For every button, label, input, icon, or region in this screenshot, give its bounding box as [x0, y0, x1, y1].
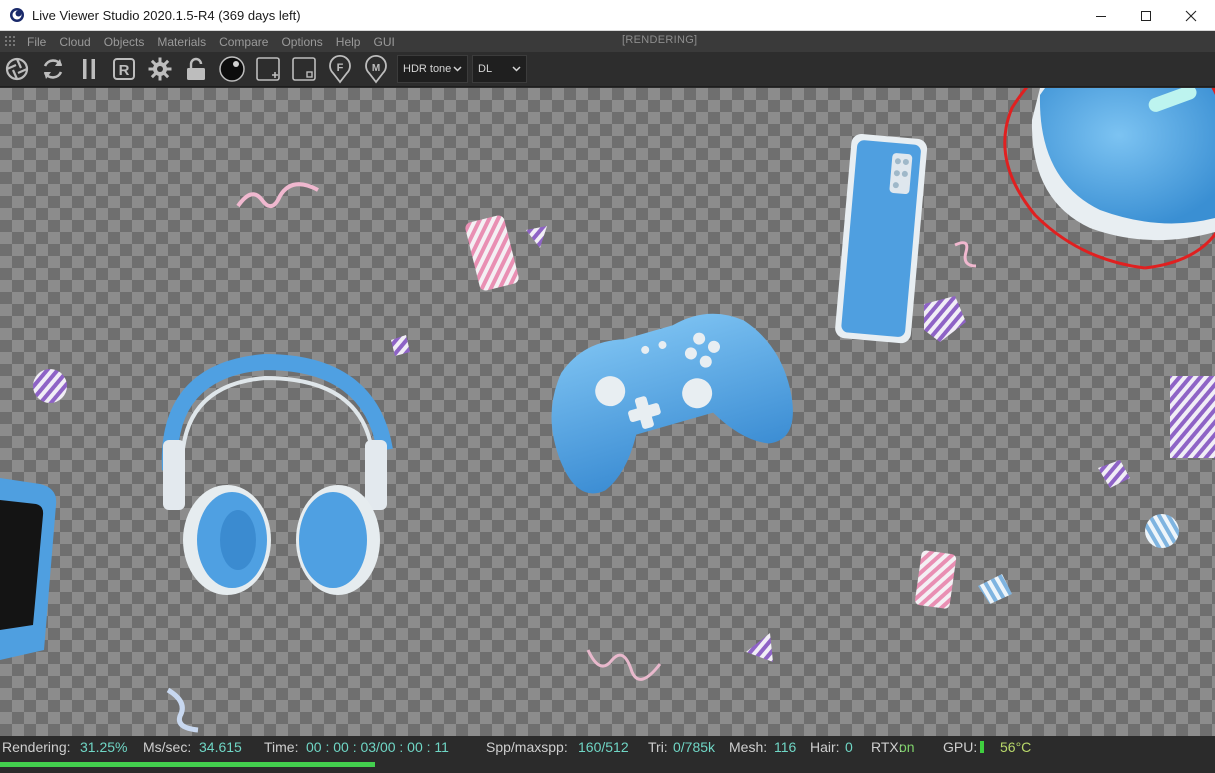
render-progress-track	[0, 762, 1215, 767]
settings-button[interactable]	[144, 54, 176, 84]
rendering-label: Rendering:	[2, 739, 71, 755]
svg-text:R: R	[119, 62, 130, 79]
minimize-icon	[1096, 15, 1106, 17]
aperture-button[interactable]	[1, 54, 33, 84]
menu-help[interactable]: Help	[336, 35, 361, 49]
chevron-down-icon	[453, 66, 462, 72]
close-button[interactable]	[1168, 0, 1214, 31]
refresh-button[interactable]	[37, 54, 69, 84]
region-render-button[interactable]: R	[108, 54, 140, 84]
toolbar: R F M HDR tone DL	[0, 52, 1215, 87]
settings-gear-icon	[148, 57, 172, 81]
render-progress-fill	[0, 762, 375, 767]
phone	[835, 134, 928, 344]
window-title: Live Viewer Studio 2020.1.5-R4 (369 days…	[32, 7, 301, 23]
material-pin-button[interactable]: M	[360, 54, 392, 84]
box-icon	[292, 57, 316, 81]
menu-bar: File Cloud Objects Materials Compare Opt…	[0, 31, 1215, 52]
rtx-label: RTX:	[871, 739, 903, 755]
title-bar[interactable]: Live Viewer Studio 2020.1.5-R4 (369 days…	[0, 0, 1215, 31]
chevron-down-icon	[512, 66, 521, 72]
aperture-icon	[5, 57, 29, 81]
menu-materials[interactable]: Materials	[157, 35, 206, 49]
render-state-label: [RENDERING]	[622, 34, 698, 46]
svg-text:M: M	[372, 63, 380, 74]
add-box-icon	[256, 57, 280, 81]
gpu-load-bar	[980, 739, 984, 755]
menu-objects[interactable]: Objects	[104, 35, 145, 49]
material-ball-button[interactable]	[216, 54, 248, 84]
lock-button[interactable]	[180, 54, 212, 84]
time-value: 00 : 00 : 03/00 : 00 : 11	[306, 739, 449, 755]
focus-pin-icon: F	[329, 54, 351, 84]
menu-cloud[interactable]: Cloud	[59, 35, 90, 49]
material-ball-icon	[219, 56, 245, 82]
app-logo-icon	[10, 8, 24, 22]
hair-label: Hair:	[810, 739, 840, 755]
spp-value: 160/512	[578, 739, 629, 755]
tablet	[0, 478, 57, 660]
add-box-button[interactable]	[252, 54, 284, 84]
box-button[interactable]	[288, 54, 320, 84]
gpu-label: GPU:	[943, 739, 978, 755]
menu-compare[interactable]: Compare	[219, 35, 268, 49]
pause-button[interactable]	[73, 54, 105, 84]
menu-options[interactable]: Options	[281, 35, 322, 49]
svg-text:F: F	[337, 62, 344, 74]
render-scene	[0, 88, 1215, 733]
render-viewport[interactable]	[0, 88, 1215, 736]
menu-file[interactable]: File	[27, 35, 46, 49]
tonemap-select-value: HDR tone	[403, 63, 452, 75]
smart-speaker	[1031, 88, 1215, 241]
status-bar: Rendering: 31.25% Ms/sec: 34.615 Time: 0…	[0, 736, 1215, 773]
kernel-select-value: DL	[478, 63, 493, 75]
menu-gui[interactable]: GUI	[373, 35, 394, 49]
mesh-value: 116	[774, 739, 797, 755]
tonemap-select[interactable]: HDR tone	[397, 55, 468, 83]
minimize-button[interactable]	[1078, 0, 1124, 31]
rtx-value: on	[899, 739, 915, 755]
game-controller	[551, 313, 793, 494]
mssec-label: Ms/sec:	[143, 739, 192, 755]
lock-icon	[187, 57, 205, 80]
spp-label: Spp/maxspp:	[486, 739, 568, 755]
material-pin-icon: M	[365, 54, 387, 84]
maximize-icon	[1141, 10, 1151, 21]
grip-icon	[5, 35, 15, 46]
headphones	[161, 353, 393, 595]
refresh-icon	[43, 59, 63, 79]
kernel-select[interactable]: DL	[472, 55, 527, 83]
hair-value: 0	[845, 739, 853, 755]
rendering-value: 31.25%	[80, 739, 128, 755]
time-label: Time:	[264, 739, 299, 755]
mesh-label: Mesh:	[729, 739, 768, 755]
gpu-temp: 56°C	[1000, 739, 1032, 755]
maximize-button[interactable]	[1123, 0, 1169, 31]
focus-pin-button[interactable]: F	[324, 54, 356, 84]
mssec-value: 34.615	[199, 739, 242, 755]
tri-label: Tri:	[648, 739, 668, 755]
pause-icon	[83, 59, 95, 79]
close-icon	[1185, 10, 1197, 21]
region-render-icon: R	[113, 58, 135, 80]
tri-value: 0/785k	[673, 739, 716, 755]
